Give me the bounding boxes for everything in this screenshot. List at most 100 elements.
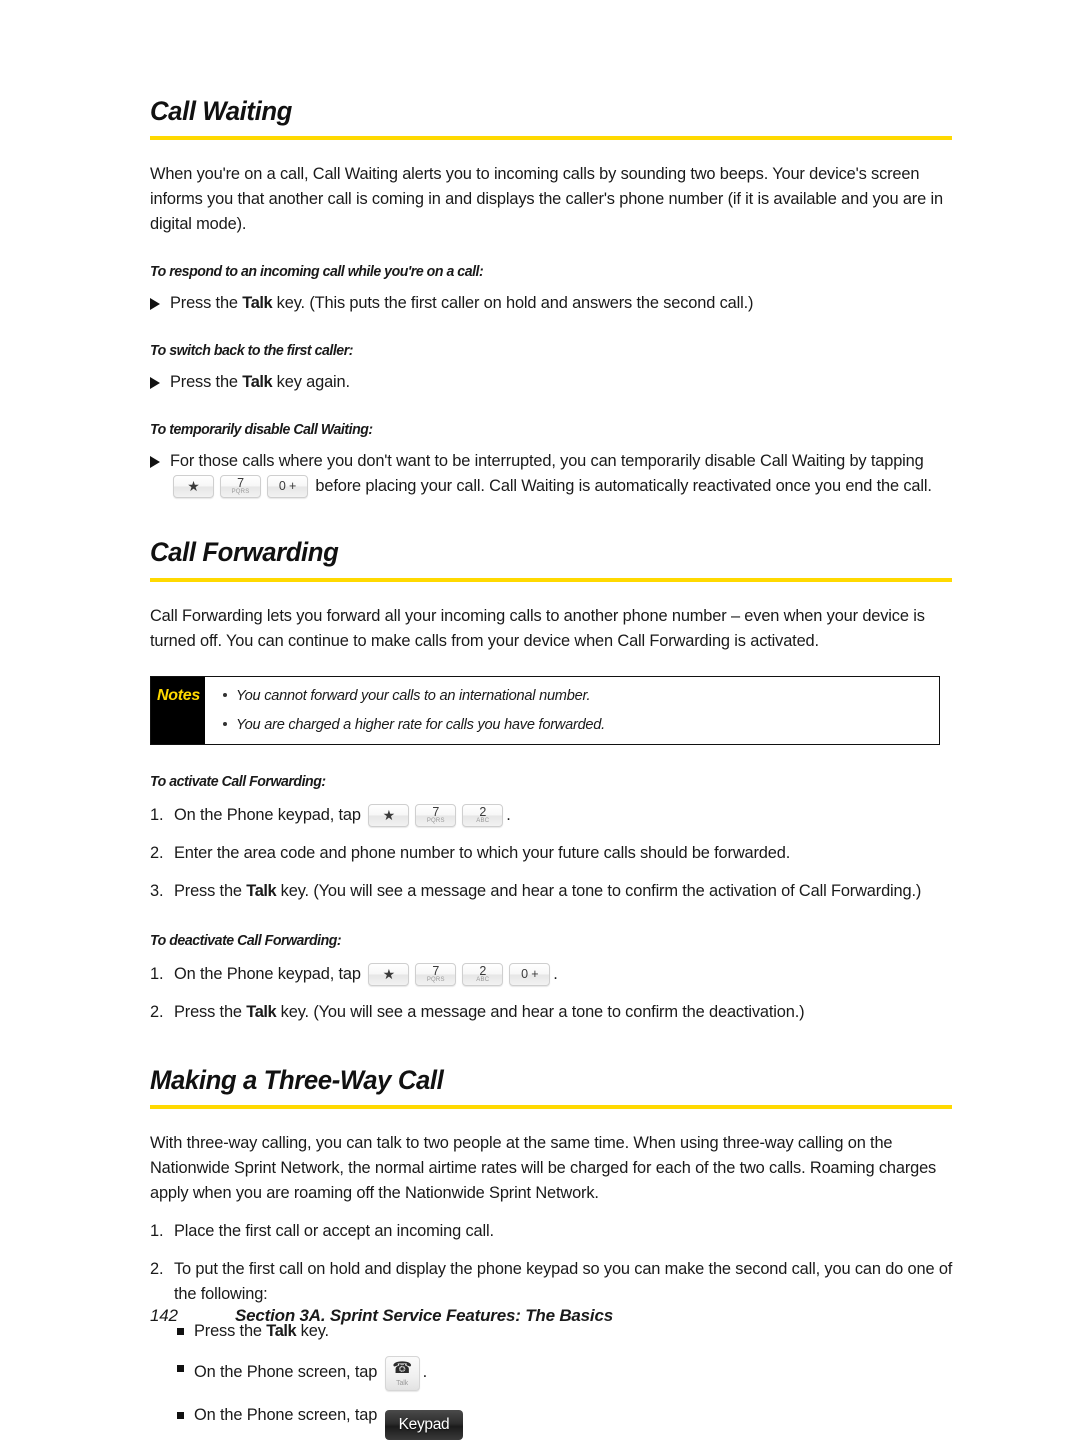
dot-bullet-icon xyxy=(223,715,236,726)
key-2-digit: 2 xyxy=(479,804,487,819)
triangle-bullet-icon xyxy=(150,370,170,390)
key-2-letters: ABC xyxy=(476,976,490,983)
phone-handset-icon: ☎ xyxy=(392,1360,412,1378)
key-0-icon[interactable]: 0 + xyxy=(509,962,551,986)
key-star-icon[interactable]: ★ xyxy=(368,803,410,827)
page-title-call-waiting: Call Waiting xyxy=(150,96,292,126)
list-item: 2. Press the Talk key. (You will see a m… xyxy=(150,1000,954,1025)
list-item-text: On the Phone screen, tap ☎ Talk. xyxy=(194,1356,954,1392)
text-fragment: Press the xyxy=(174,1002,247,1021)
text-fragment: key. (This puts the first caller on hold… xyxy=(272,294,754,313)
list-item: 1. On the Phone keypad, tap ★ 7 PQRS 2 ABC 0 … xyxy=(150,962,954,987)
page-title-call-forwarding: Call Forwarding xyxy=(150,537,339,568)
text-fragment: . xyxy=(422,1363,428,1382)
text-fragment: On the Phone keypad, tap xyxy=(174,964,361,983)
list-item: 1. On the Phone keypad, tap ★ 7 PQRS 2 ABC. xyxy=(150,803,954,828)
step-number: 1. xyxy=(150,805,164,824)
text-fragment: Press the xyxy=(174,881,247,900)
list-item-text: Press the Talk key again. xyxy=(170,370,954,395)
notes-label: Notes xyxy=(151,676,205,744)
page-title-three-way-call: Making a Three-Way Call xyxy=(150,1064,444,1095)
step-number: 2. xyxy=(150,1002,164,1021)
list-item-text: Press the Talk key. (This puts the first… xyxy=(170,291,954,316)
talk-key-label: Talk xyxy=(246,1002,277,1021)
text-fragment: . xyxy=(506,805,511,824)
key-7-digit: 7 xyxy=(432,804,440,819)
talk-key-label: Talk xyxy=(242,294,273,313)
list-item: 1. Place the first call or accept an inc… xyxy=(150,1219,954,1244)
step-number: 2. xyxy=(150,843,164,862)
page-content: Call Waiting When you're on a call, Call… xyxy=(150,96,954,1440)
step-text: Place the first call or accept an incomi… xyxy=(174,1222,494,1241)
text-fragment: On the Phone screen, tap xyxy=(194,1363,378,1382)
square-bullet-icon xyxy=(177,1356,194,1373)
text-fragment: On the Phone keypad, tap xyxy=(174,805,361,824)
text-fragment: Press the xyxy=(170,294,243,313)
key-7-icon[interactable]: 7 PQRS xyxy=(220,475,261,499)
list-item: You are charged a higher rate for calls … xyxy=(223,715,939,735)
list-item: 2. To put the first call on hold and dis… xyxy=(150,1257,954,1307)
page-footer: 142 Section 3A. Sprint Service Features:… xyxy=(150,1306,954,1326)
subhead-deactivate-call-forwarding: To deactivate Call Forwarding: xyxy=(150,931,342,949)
key-2-icon[interactable]: 2 ABC xyxy=(462,803,504,827)
step-number: 3. xyxy=(150,881,164,900)
subhead-respond-incoming: To respond to an incoming call while you… xyxy=(150,263,484,281)
key-star-icon[interactable]: ★ xyxy=(368,962,410,986)
step-text: On the Phone keypad, tap ★ 7 PQRS 2 ABC 0 +. xyxy=(174,962,954,987)
step-text: To put the first call on hold and displa… xyxy=(174,1260,953,1304)
subhead-switch-back: To switch back to the first caller: xyxy=(150,342,353,360)
notes-list: You cannot forward your calls to an inte… xyxy=(205,677,939,744)
text-fragment: . xyxy=(553,964,558,983)
footer-section-title: Section 3A. Sprint Service Features: The… xyxy=(235,1306,613,1325)
step-number: 2. xyxy=(150,1260,164,1279)
call-waiting-intro: When you're on a call, Call Waiting aler… xyxy=(150,165,943,234)
list-item: You cannot forward your calls to an inte… xyxy=(223,686,939,706)
key-2-icon[interactable]: 2 ABC xyxy=(462,962,504,986)
key-star-glyph: ★ xyxy=(382,965,396,982)
list-item-text: For those calls where you don't want to … xyxy=(170,449,954,499)
subhead-temporarily-disable: To temporarily disable Call Waiting: xyxy=(150,421,373,439)
text-fragment: key. (You will see a message and hear a … xyxy=(276,1002,805,1021)
key-star-icon[interactable]: ★ xyxy=(173,475,214,499)
step-number: 1. xyxy=(150,964,164,983)
note-text: You cannot forward your calls to an inte… xyxy=(236,687,591,704)
list-item: Press the Talk key. (This puts the first… xyxy=(150,291,954,316)
step-number: 1. xyxy=(150,1222,164,1241)
text-fragment: key again. xyxy=(272,373,350,392)
text-fragment: For those calls where you don't want to … xyxy=(170,452,924,471)
square-bullet-icon xyxy=(177,1403,194,1420)
key-star-glyph: ★ xyxy=(187,478,200,495)
step-text: On the Phone keypad, tap ★ 7 PQRS 2 ABC. xyxy=(174,803,954,828)
key-7-digit: 7 xyxy=(237,476,244,491)
note-text: You are charged a higher rate for calls … xyxy=(236,716,605,733)
talk-key-label: Talk xyxy=(246,881,277,900)
key-2-letters: ABC xyxy=(476,817,490,824)
step-text: Press the Talk key. (You will see a mess… xyxy=(174,1000,954,1025)
heading-rule xyxy=(150,136,952,141)
heading-rule xyxy=(150,1105,952,1110)
key-0-icon[interactable]: 0 + xyxy=(267,475,308,499)
list-item: 2. Enter the area code and phone number … xyxy=(150,841,954,866)
subhead-activate-call-forwarding: To activate Call Forwarding: xyxy=(150,772,326,790)
manual-page: Call Waiting When you're on a call, Call… xyxy=(0,0,1080,1440)
keypad-button[interactable]: Keypad xyxy=(384,1410,464,1440)
heading-rule xyxy=(150,577,952,582)
text-fragment: before placing your call. Call Waiting i… xyxy=(315,477,932,496)
text-fragment: On the Phone screen, tap xyxy=(194,1406,378,1425)
key-7-letters: PQRS xyxy=(426,817,445,824)
list-item: On the Phone screen, tap ☎ Talk. xyxy=(177,1356,954,1392)
three-way-intro: With three-way calling, you can talk to … xyxy=(150,1134,937,1203)
section-call-forwarding: Call Forwarding Call Forwarding lets you… xyxy=(150,537,954,1024)
dot-bullet-icon xyxy=(223,686,236,697)
key-7-letters: PQRS xyxy=(426,976,445,983)
talk-button-icon[interactable]: ☎ Talk xyxy=(384,1356,420,1392)
list-item-text: On the Phone screen, tap Keypad xyxy=(194,1403,954,1440)
call-forwarding-intro: Call Forwarding lets you forward all you… xyxy=(150,606,925,650)
triangle-bullet-icon xyxy=(150,291,170,311)
key-7-icon[interactable]: 7 PQRS xyxy=(415,962,457,986)
key-2-digit: 2 xyxy=(479,963,487,978)
key-7-letters: PQRS xyxy=(231,489,250,496)
triangle-bullet-icon xyxy=(150,449,170,469)
list-item: On the Phone screen, tap Keypad xyxy=(177,1403,954,1440)
key-7-icon[interactable]: 7 PQRS xyxy=(415,803,457,827)
